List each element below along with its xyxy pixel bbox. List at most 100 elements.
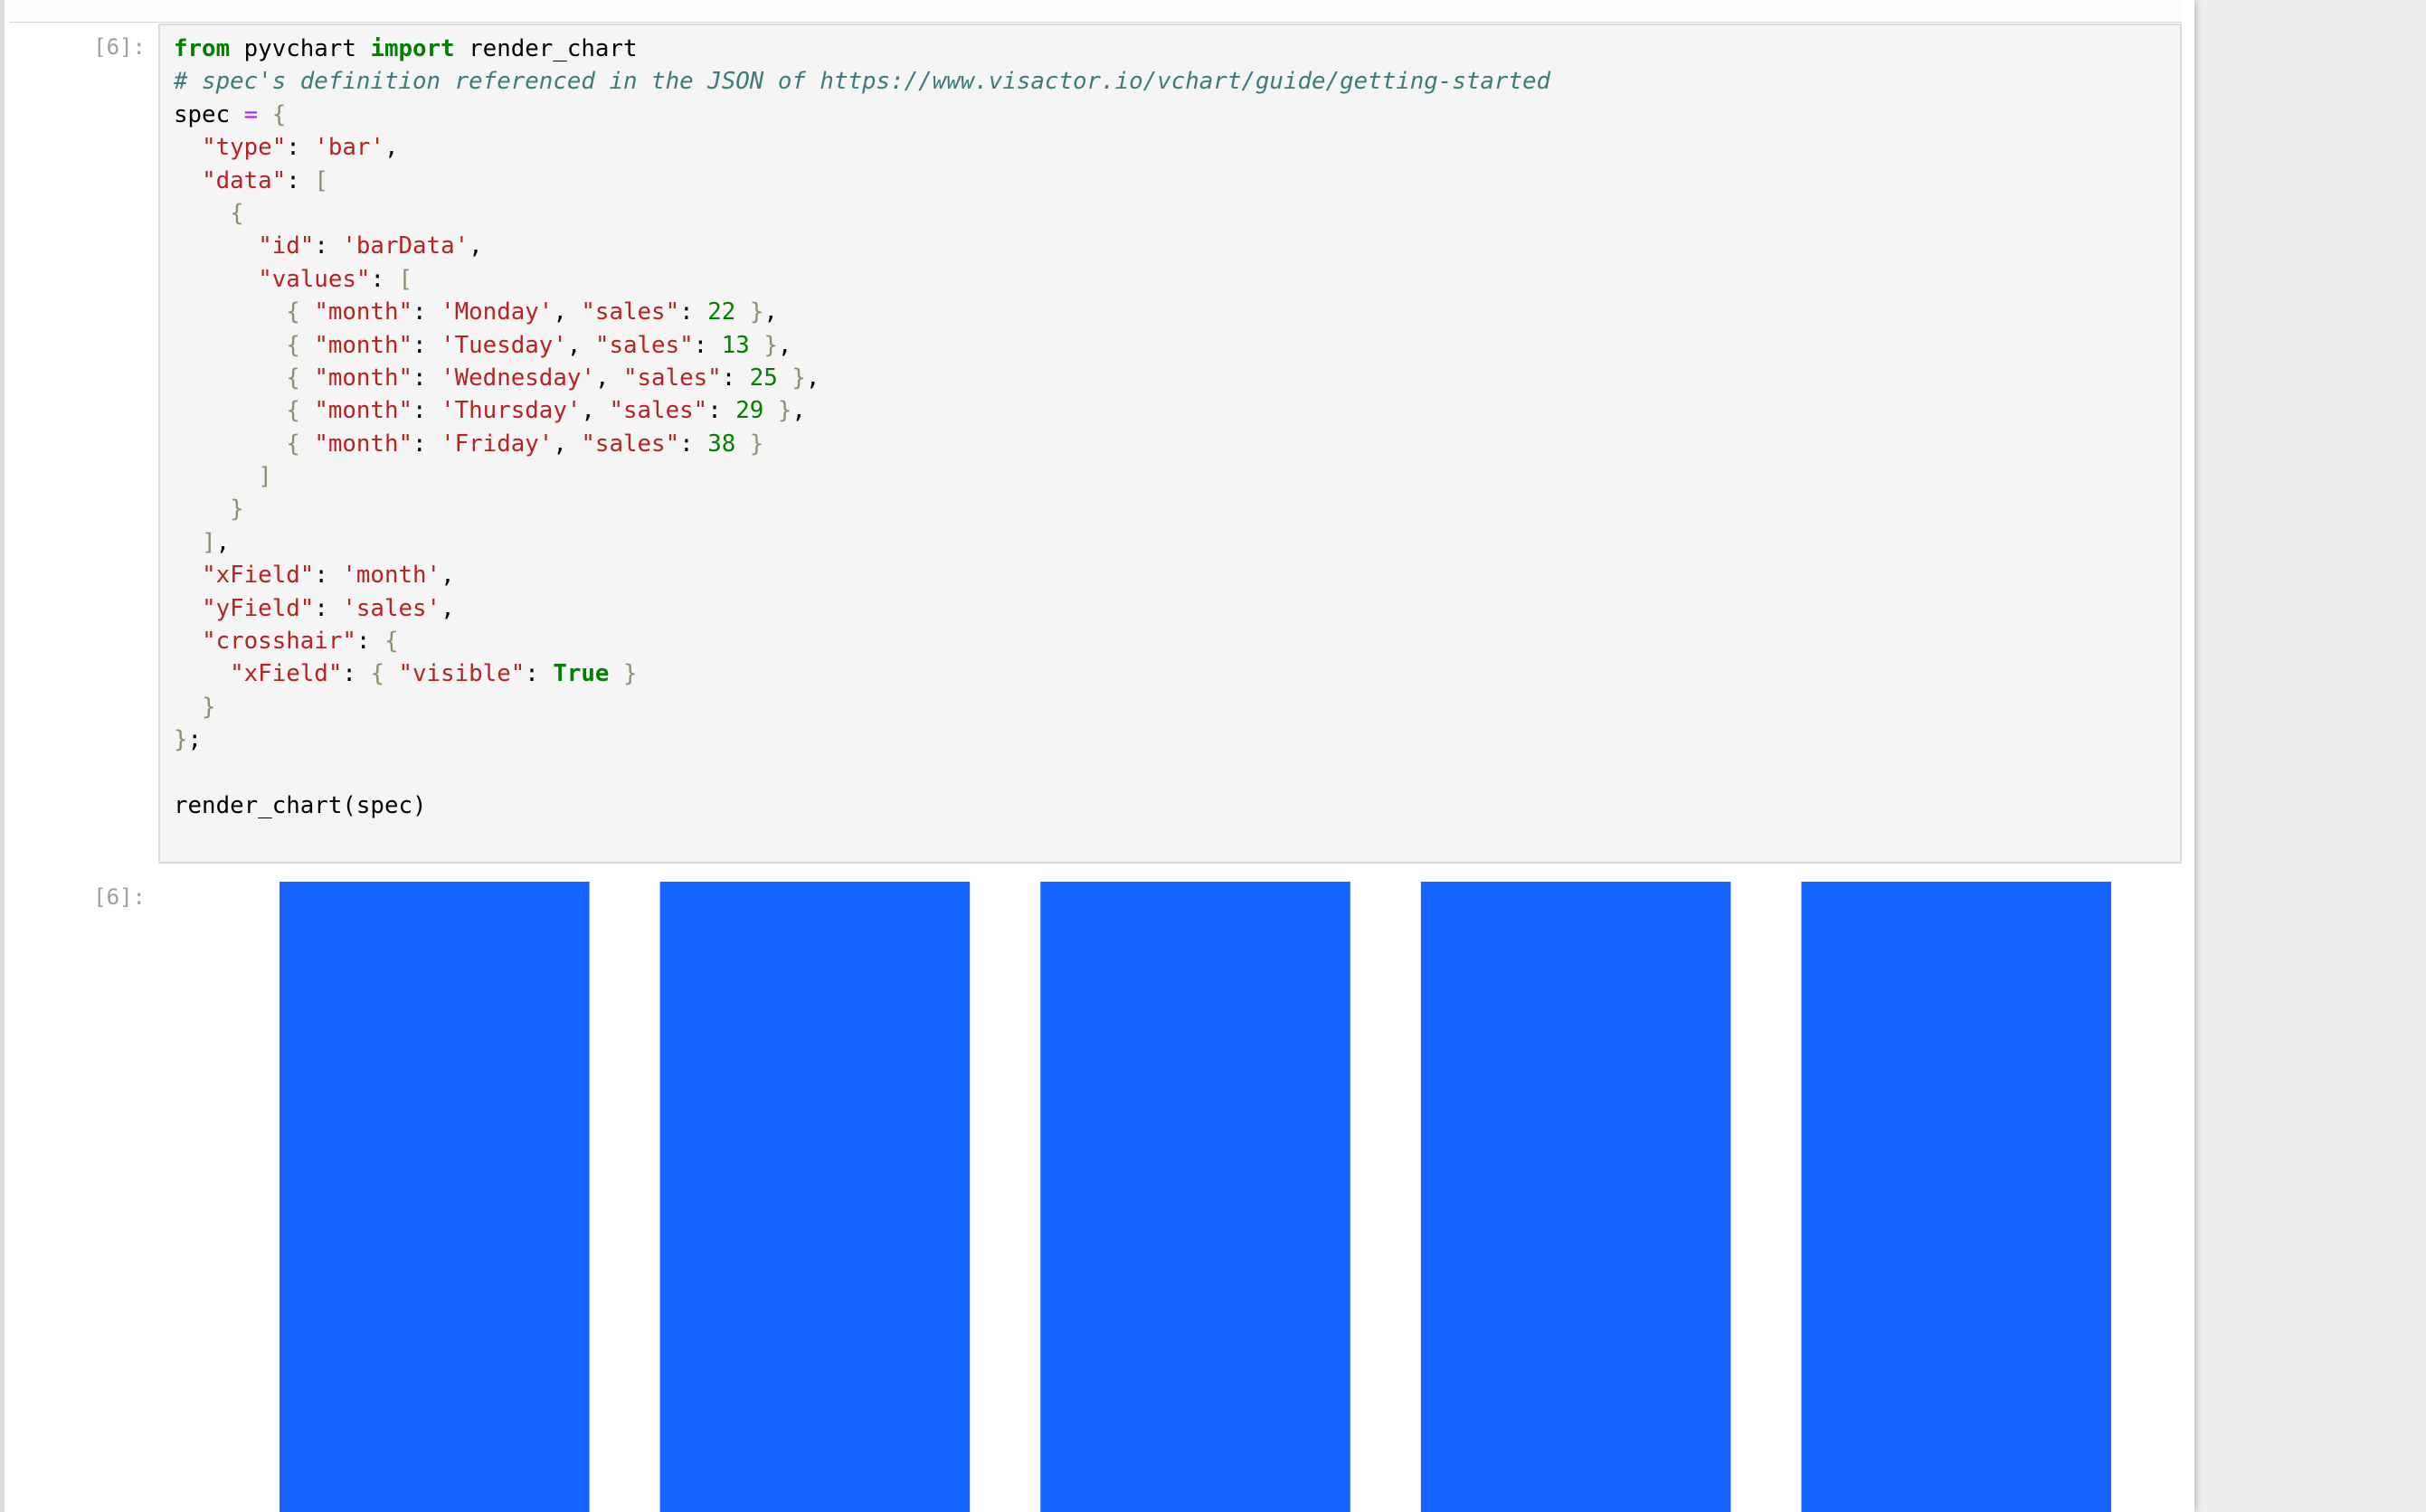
code-line: "type": 'bar', bbox=[174, 131, 1550, 164]
code-token: ; bbox=[187, 726, 203, 754]
code-token: 22 bbox=[707, 298, 736, 326]
code-token: : bbox=[286, 134, 315, 162]
code-token: : bbox=[679, 298, 708, 326]
code-token: 'sales' bbox=[342, 594, 441, 622]
code-token: , bbox=[581, 397, 610, 425]
input-prompt: [6]: bbox=[93, 34, 146, 60]
code-line: }; bbox=[174, 723, 1550, 756]
code-token: : bbox=[314, 232, 343, 260]
code-token: { bbox=[230, 199, 244, 227]
notebook-panel: [6]: from pyvchart import render_chart # … bbox=[0, 0, 2194, 1512]
code-token: , bbox=[763, 298, 778, 326]
code-line: render_chart(spec) bbox=[174, 789, 1550, 822]
code-token: { bbox=[370, 660, 384, 688]
code-token: , bbox=[777, 331, 792, 359]
code-token: 13 bbox=[721, 331, 750, 359]
code-token: "type" bbox=[202, 134, 287, 162]
code-token: "month" bbox=[314, 397, 413, 425]
code-token: "sales" bbox=[581, 430, 680, 458]
code-token: { bbox=[286, 397, 300, 425]
code-token: = bbox=[243, 100, 259, 128]
code-token: , bbox=[791, 397, 806, 425]
code-token: "month" bbox=[314, 331, 413, 359]
code-line: "crosshair": { bbox=[174, 625, 1550, 657]
code-token: 29 bbox=[735, 397, 764, 425]
code-token: "sales" bbox=[623, 364, 722, 392]
code-line: from pyvchart import render_chart bbox=[174, 33, 1550, 65]
code-cell[interactable]: from pyvchart import render_chart # spec'… bbox=[158, 24, 2182, 864]
code-token: "xField" bbox=[202, 562, 315, 590]
code-line: { bbox=[174, 197, 1550, 230]
code-token: "month" bbox=[314, 430, 413, 458]
code-line: "values": [ bbox=[174, 263, 1550, 296]
bar-wednesday[interactable] bbox=[1040, 882, 1350, 1512]
bar-tuesday[interactable] bbox=[659, 882, 971, 1512]
code-token: } bbox=[623, 660, 638, 688]
code-line: { "month": 'Tuesday', "sales": 13 }, bbox=[174, 329, 1550, 362]
code-token: , bbox=[215, 528, 231, 556]
code-line: "yField": 'sales', bbox=[174, 592, 1550, 625]
code-editor[interactable]: from pyvchart import render_chart # spec'… bbox=[174, 33, 1550, 822]
code-line: } bbox=[174, 493, 1550, 525]
code-token: , bbox=[441, 562, 455, 590]
code-token: ] bbox=[202, 528, 216, 556]
code-token: : bbox=[370, 265, 399, 293]
code-token: : bbox=[412, 397, 441, 425]
code-line: { "month": 'Friday', "sales": 38 } bbox=[174, 428, 1550, 460]
code-token: : bbox=[286, 166, 315, 194]
code-token: : bbox=[412, 430, 441, 458]
code-token: : bbox=[314, 594, 343, 622]
code-token: { bbox=[286, 364, 300, 392]
bar-friday[interactable] bbox=[1801, 882, 2111, 1512]
code-line: ], bbox=[174, 526, 1550, 559]
code-token: : bbox=[707, 397, 736, 425]
code-token: , bbox=[441, 594, 455, 622]
code-line: } bbox=[174, 691, 1550, 723]
code-token: 'bar' bbox=[314, 134, 384, 162]
code-token: , bbox=[553, 430, 582, 458]
code-token: { bbox=[286, 331, 300, 359]
code-token: [ bbox=[398, 265, 413, 293]
code-token: , bbox=[469, 232, 483, 260]
code-token: "month" bbox=[314, 298, 413, 326]
bars bbox=[280, 882, 2111, 1512]
bar-monday[interactable] bbox=[280, 882, 590, 1512]
code-token: : bbox=[412, 298, 441, 326]
code-token: "crosshair" bbox=[202, 628, 356, 656]
code-token: spec bbox=[174, 100, 244, 128]
code-token: "values" bbox=[258, 265, 371, 293]
code-token: : bbox=[721, 364, 750, 392]
bar-thursday[interactable] bbox=[1420, 882, 1731, 1512]
code-token: { bbox=[286, 430, 300, 458]
code-token: } bbox=[174, 726, 188, 754]
code-line: { "month": 'Monday', "sales": 22 }, bbox=[174, 296, 1550, 328]
code-token: [ bbox=[314, 166, 328, 194]
code-token: , bbox=[805, 364, 820, 392]
code-token: : bbox=[355, 628, 384, 656]
code-token: "sales" bbox=[609, 397, 708, 425]
code-token: 'Thursday' bbox=[441, 397, 582, 425]
code-token: "sales" bbox=[594, 331, 694, 359]
code-token: "sales" bbox=[581, 298, 680, 326]
code-token: 'Monday' bbox=[441, 298, 554, 326]
code-token: 38 bbox=[707, 430, 736, 458]
code-token: , bbox=[566, 331, 595, 359]
